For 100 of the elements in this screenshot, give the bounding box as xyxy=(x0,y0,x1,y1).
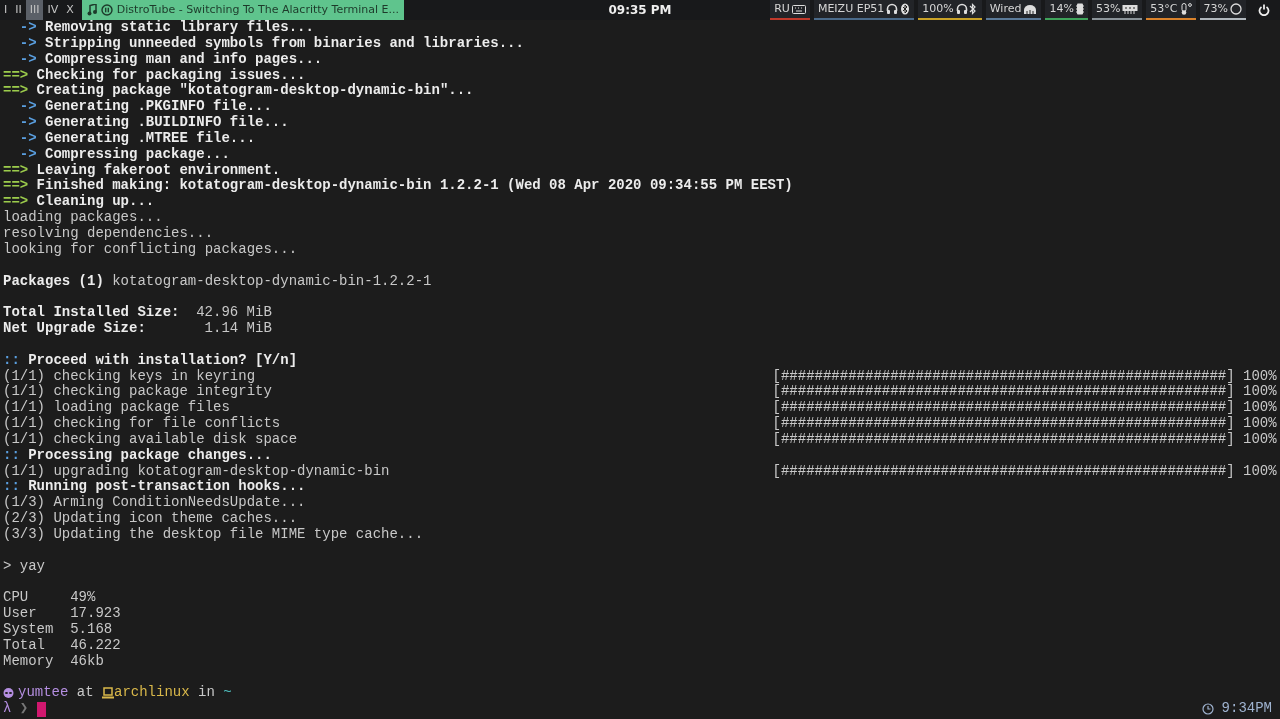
marker: -> xyxy=(19,115,37,131)
progress-percent: 100% xyxy=(1243,431,1277,448)
field-label: Net Upgrade Size: xyxy=(3,321,147,337)
terminal-line: (1/1) checking keys in keyring xyxy=(3,368,257,384)
prompt-marker: > xyxy=(3,558,12,575)
progress-bar-text: [#####################################################] xyxy=(772,368,1235,384)
workspace-tab[interactable]: X xyxy=(62,0,78,20)
marker: :: xyxy=(3,447,20,464)
status-widget: 100% xyxy=(918,0,982,20)
workspace-tab[interactable]: I xyxy=(0,0,12,20)
terminal-line: Proceed with installation? [Y/n] xyxy=(28,352,298,369)
directory: ~ xyxy=(223,685,232,702)
window-title-tab[interactable]: DistroTube - Switching To The Alacritty Terminal E... xyxy=(81,0,405,20)
terminal-line: Leaving fakeroot environment. xyxy=(36,162,281,178)
pause-icon xyxy=(100,4,113,16)
marker: ==> xyxy=(3,178,29,195)
terminal-line: Finished making: kotatogram-desktop-dynamic-bin 1.2.2-1 (Wed 08 Apr 2020 09:34:55 PM EEST) xyxy=(36,178,793,194)
command-text: yay xyxy=(19,558,45,575)
terminal-line: (2/3) Updating icon theme caches... xyxy=(3,511,298,527)
terminal-line: Checking for packaging issues... xyxy=(36,67,306,83)
terminal-line: Generating .MTREE file... xyxy=(45,130,256,147)
progress-bar-text: [#####################################################] xyxy=(772,400,1235,416)
field-value: 1.14 MiB xyxy=(203,321,272,337)
terminal-line: Processing package changes... xyxy=(28,447,272,464)
field-value: 17.923 xyxy=(70,606,121,623)
marker: -> xyxy=(19,99,37,116)
field-label: Total Installed Size: xyxy=(3,305,180,321)
keyboard-icon xyxy=(791,4,806,14)
clock-icon xyxy=(1201,703,1214,716)
marker: :: xyxy=(3,352,20,369)
headset-bluetooth-icon xyxy=(886,3,911,15)
field-label: Total xyxy=(3,637,46,654)
clock: 09:35 PM xyxy=(608,2,672,19)
terminal-line: Compressing man and info pages... xyxy=(45,51,323,68)
status-widget: Wired xyxy=(985,0,1042,20)
status-widget: RU xyxy=(770,0,810,20)
field-label: Memory xyxy=(3,653,55,670)
field-value: 49% xyxy=(70,590,96,607)
terminal-line: Creating package "kotatogram-desktop-dynamic-bin"... xyxy=(36,83,474,99)
progress-bar-text: [#####################################################] xyxy=(772,431,1235,448)
terminal-line: Compressing package... xyxy=(45,146,230,163)
status-widget: 73% xyxy=(1199,0,1246,20)
terminal-line: Generating .PKGINFO file... xyxy=(45,99,272,115)
marker: :: xyxy=(3,479,20,495)
marker: ==> xyxy=(3,67,29,84)
circle-icon xyxy=(1230,3,1242,15)
field-label: CPU xyxy=(3,590,30,607)
workspace-tab[interactable]: IV xyxy=(43,0,63,20)
text-cursor xyxy=(36,701,46,717)
headphones-bluetooth-icon xyxy=(955,3,978,15)
terminal-line: (1/1) upgrading kotatogram-desktop-dynamic-bin xyxy=(3,463,391,479)
terminal-line: (1/1) loading package files xyxy=(3,400,231,416)
status-widget: 53% xyxy=(1091,0,1143,20)
terminal-line: Cleaning up... xyxy=(36,194,155,210)
field-value: kotatogram-desktop-dynamic-bin-1.2.2-1 xyxy=(112,273,432,290)
marker: -> xyxy=(19,20,37,36)
power-button[interactable] xyxy=(1258,4,1270,16)
marker: -> xyxy=(19,35,37,52)
terminal-line: resolving dependencies... xyxy=(3,225,214,242)
terminal-line: (1/3) Arming ConditionNeedsUpdate... xyxy=(3,495,306,511)
progress-percent: 100% xyxy=(1243,463,1277,480)
marker: ==> xyxy=(3,83,29,100)
field-value: 46.222 xyxy=(70,637,121,654)
workspace-tab[interactable]: III xyxy=(25,0,44,20)
alien-icon xyxy=(3,687,14,699)
field-value: 5.168 xyxy=(70,622,113,638)
progress-percent: 100% xyxy=(1243,416,1277,432)
thermometer-icon xyxy=(1179,3,1192,15)
status-widget: 53°C xyxy=(1146,0,1196,20)
field-label: User xyxy=(3,606,38,623)
workspace-tab[interactable]: II xyxy=(11,0,26,20)
terminal-line: Removing static library files... xyxy=(45,20,314,36)
music-note-icon xyxy=(86,4,97,16)
laptop-icon xyxy=(102,687,114,700)
prompt-arrow: ❯ xyxy=(19,701,29,718)
marker: -> xyxy=(19,130,37,147)
memory-icon xyxy=(1122,4,1139,14)
terminal-line: Stripping unneeded symbols from binaries and libraries... xyxy=(45,35,524,52)
prompt-text: at xyxy=(76,685,94,702)
progress-percent: 100% xyxy=(1243,368,1277,385)
terminal-line: (1/1) checking for file conflicts xyxy=(3,416,282,432)
terminal-line: (1/1) checking package integrity xyxy=(3,384,273,400)
terminal-line: (1/1) checking available disk space xyxy=(3,431,299,448)
marker: -> xyxy=(19,146,37,163)
prompt-time: 9:34PM xyxy=(1221,701,1272,718)
terminal-line: (3/3) Updating the desktop file MIME type cache... xyxy=(3,527,424,543)
field-label: System xyxy=(3,622,55,638)
terminal-line: Generating .BUILDINFO file... xyxy=(45,115,289,131)
prompt-symbol: λ xyxy=(3,701,12,718)
marker: ==> xyxy=(3,194,29,210)
progress-bar-text: [#####################################################] xyxy=(772,416,1235,432)
progress-percent: 100% xyxy=(1243,384,1277,401)
terminal-line: looking for conflicting packages... xyxy=(3,241,298,258)
progress-percent: 100% xyxy=(1243,400,1277,417)
terminal-line: Running post-transaction hooks... xyxy=(28,479,306,495)
network-icon xyxy=(1023,4,1038,14)
chip-icon xyxy=(1075,3,1084,15)
field-label: Packages (1) xyxy=(3,273,104,290)
host-name: archlinux xyxy=(114,685,190,702)
marker: -> xyxy=(19,51,37,68)
